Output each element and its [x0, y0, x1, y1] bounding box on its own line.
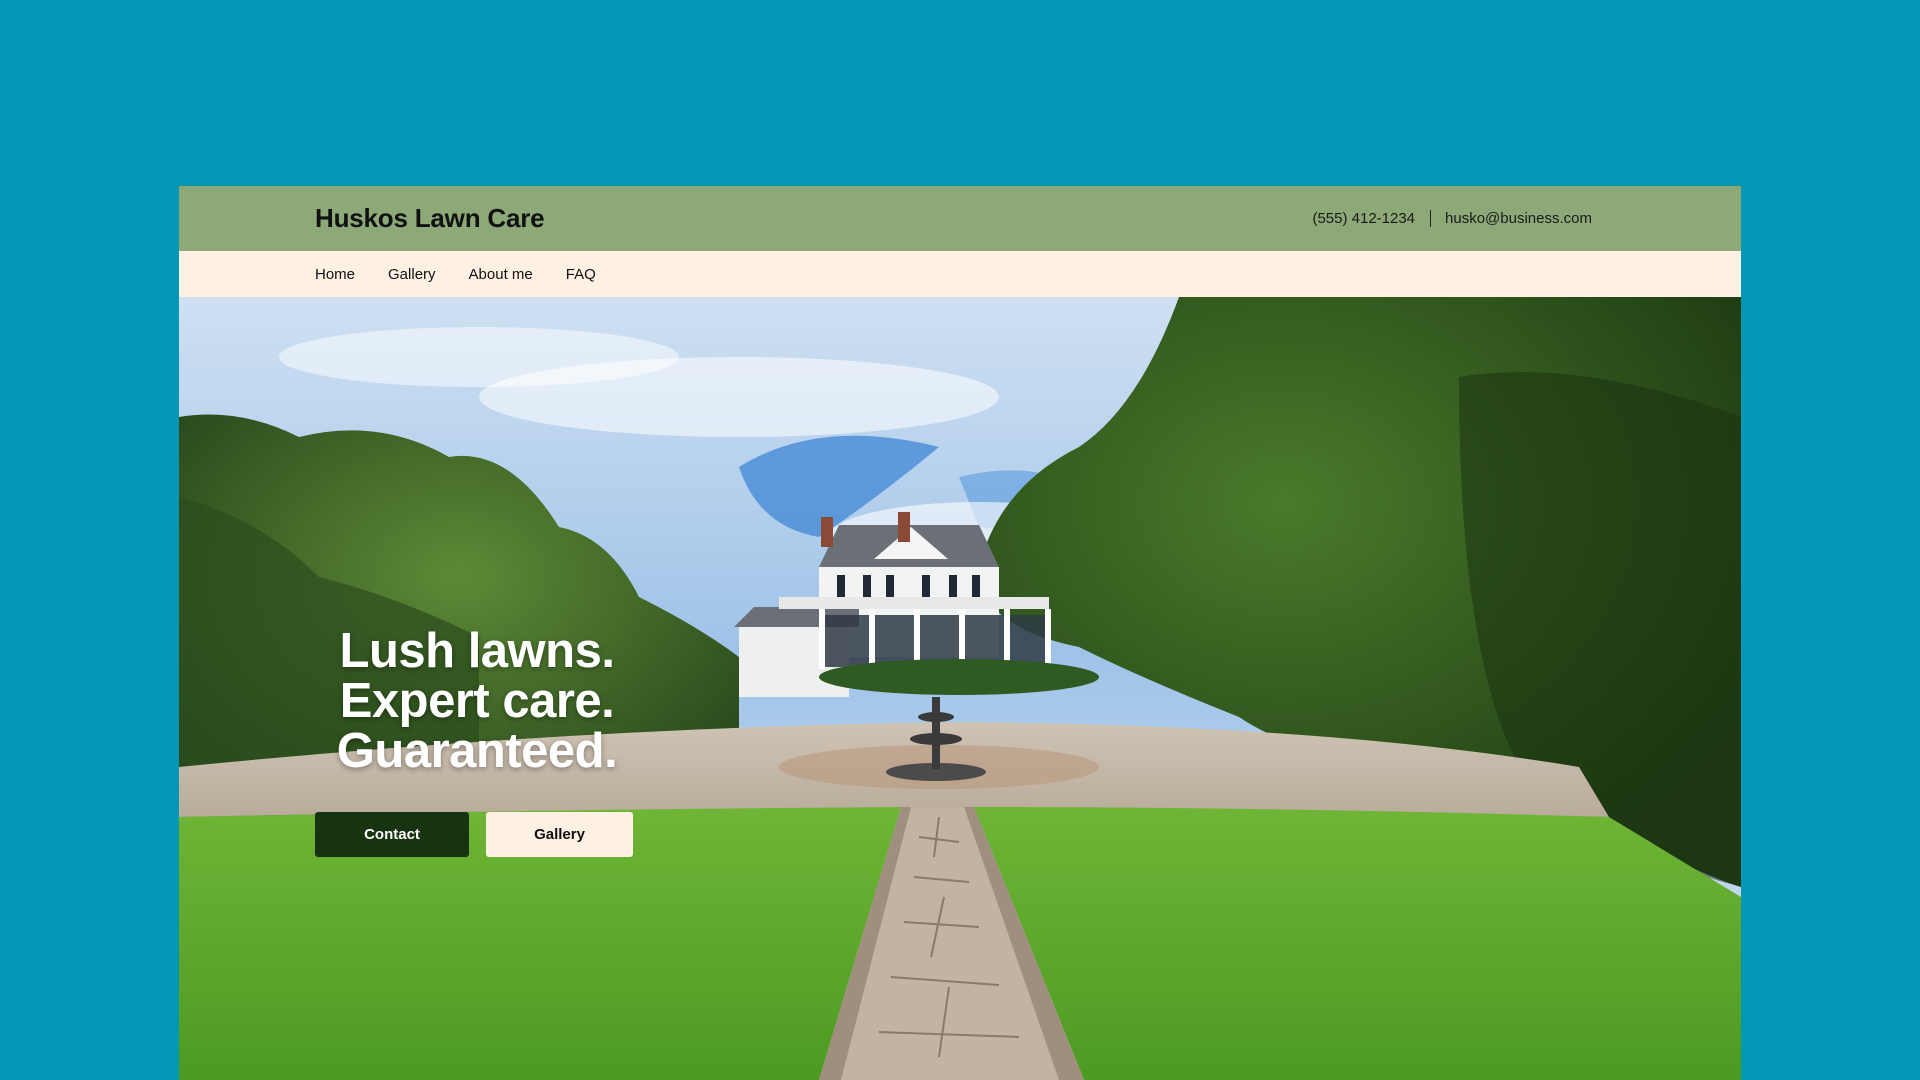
- shrubs: [819, 659, 1099, 695]
- phone-number[interactable]: (555) 412-1234: [1312, 210, 1415, 227]
- contact-info: (555) 412-1234 husko@business.com: [1312, 210, 1592, 227]
- nav-item-about-me[interactable]: About me: [469, 266, 533, 283]
- top-bar: Huskos Lawn Care (555) 412-1234 husko@bu…: [179, 186, 1741, 251]
- nav-item-gallery[interactable]: Gallery: [388, 266, 436, 283]
- hero-section: Lush lawns. Expert care. Guaranteed. Con…: [179, 297, 1741, 1080]
- contact-button[interactable]: Contact: [315, 812, 469, 857]
- headline-line-3: Guaranteed.: [336, 724, 618, 778]
- website-frame: Huskos Lawn Care (555) 412-1234 husko@bu…: [179, 186, 1741, 1080]
- brand-name[interactable]: Huskos Lawn Care: [315, 203, 545, 234]
- cloud-3: [279, 327, 679, 387]
- headline-line-1: Lush lawns.: [339, 624, 615, 678]
- main-nav: Home Gallery About me FAQ: [179, 251, 1741, 297]
- email-address[interactable]: husko@business.com: [1445, 210, 1592, 227]
- hero-buttons: Contact Gallery: [315, 812, 633, 857]
- hero-headline: Lush lawns. Expert care. Guaranteed.: [307, 626, 647, 776]
- contact-divider: [1430, 210, 1432, 227]
- nav-item-home[interactable]: Home: [315, 266, 355, 283]
- nav-item-faq[interactable]: FAQ: [566, 266, 596, 283]
- headline-line-2: Expert care.: [339, 674, 615, 728]
- lawn-right: [974, 807, 1741, 1080]
- gallery-button[interactable]: Gallery: [486, 812, 633, 857]
